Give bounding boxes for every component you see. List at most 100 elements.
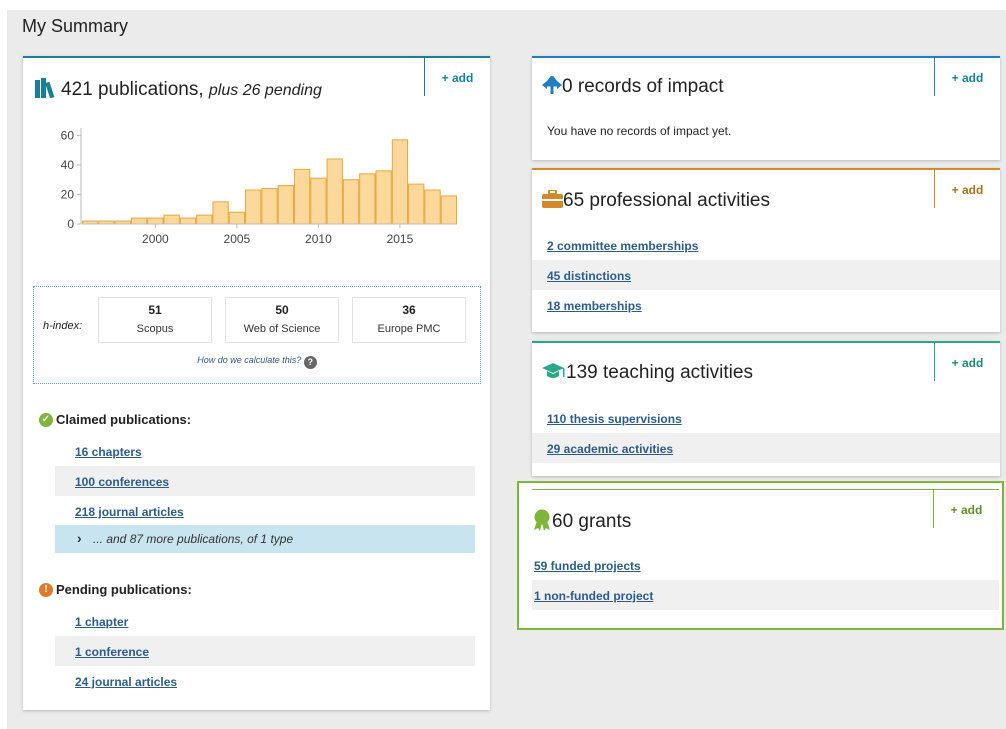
add-publication-button[interactable]: + add	[424, 58, 490, 96]
add-teaching-button[interactable]: + add	[934, 343, 1000, 381]
warning-circle-icon: !	[39, 582, 53, 597]
professional-title: 65 professional activities	[542, 189, 770, 214]
claimed-item: 218 journal articles	[55, 496, 475, 526]
teaching-card: + add 139 teaching activities 110 thesis…	[532, 341, 1000, 476]
hindex-label: h-index:	[43, 320, 83, 332]
publications-pending: plus 26 pending	[208, 82, 322, 99]
chevron-right-icon: ›	[77, 530, 82, 546]
chart-bar	[326, 158, 343, 225]
hindex-scopus: 51 Scopus	[98, 297, 212, 343]
pending-item: 1 conference	[55, 636, 475, 666]
professional-item: 2 committee memberships	[532, 230, 1000, 260]
chart-bar	[147, 217, 164, 225]
hindex-panel: h-index: 51 Scopus 50 Web of Science 36 …	[33, 286, 481, 384]
publications-count: 421 publications,	[61, 79, 204, 100]
y-tick-label: 60	[61, 128, 75, 142]
x-tick-label: 2000	[142, 232, 169, 246]
y-tick-label: 40	[61, 158, 75, 172]
claimed-heading: ✓ Claimed publications:	[39, 412, 191, 427]
more-publications-text: ... and 87 more publications, of 1 type	[93, 532, 294, 546]
hindex-value: 36	[402, 303, 416, 317]
add-impact-button[interactable]: + add	[934, 58, 1000, 96]
professional-card: + add 65 professional activities 2 commi…	[532, 168, 1000, 332]
teaching-item: 110 thesis supervisions	[532, 403, 1000, 433]
hindex-source: Web of Science	[243, 323, 321, 335]
professional-title-text: 65 professional activities	[563, 190, 770, 211]
more-publications-row[interactable]: › ... and 87 more publications, of 1 typ…	[55, 525, 475, 553]
chart-bar	[342, 179, 360, 225]
grants-item: 1 non-funded project	[532, 580, 999, 610]
books-icon	[35, 78, 57, 104]
grants-card: + add 60 grants 59 funded projects 1 non…	[517, 481, 1004, 630]
impact-title: 0 records of impact	[542, 74, 724, 100]
professional-link[interactable]: 45 distinctions	[547, 269, 631, 283]
hindex-web-of-science: 50 Web of Science	[225, 297, 339, 343]
claimed-link[interactable]: 16 chapters	[75, 445, 142, 459]
grants-title-text: 60 grants	[552, 511, 632, 532]
claimed-link[interactable]: 100 conferences	[75, 475, 169, 489]
check-circle-icon: ✓	[39, 412, 53, 427]
impact-empty-text: You have no records of impact yet.	[547, 124, 732, 138]
impact-arrows-icon	[542, 74, 562, 100]
pending-heading-text: Pending publications:	[56, 582, 192, 597]
chart-bar	[424, 189, 441, 225]
claimed-link[interactable]: 218 journal articles	[75, 505, 184, 519]
grants-link[interactable]: 1 non-funded project	[534, 589, 653, 603]
impact-card: + add 0 records of impact You have no re…	[532, 56, 1000, 160]
hindex-source: Europe PMC	[377, 323, 441, 335]
x-tick-label: 2015	[387, 232, 414, 246]
y-tick-label: 0	[67, 217, 74, 231]
chart-bar	[277, 185, 294, 225]
pending-link[interactable]: 1 conference	[75, 645, 149, 659]
hindex-source: Scopus	[136, 323, 174, 335]
chart-bar	[359, 173, 376, 225]
grants-item: 59 funded projects	[532, 550, 999, 580]
hindex-value: 50	[275, 303, 289, 317]
chart-bar	[261, 188, 278, 225]
teaching-item: 29 academic activities	[532, 433, 1000, 463]
chart-bar	[163, 214, 180, 225]
grants-card-inner: + add 60 grants 59 funded projects 1 non…	[532, 489, 999, 624]
pending-item: 24 journal articles	[55, 666, 475, 696]
x-tick-label: 2010	[305, 232, 332, 246]
chart-bar	[245, 189, 262, 225]
impact-title-text: 0 records of impact	[562, 76, 724, 97]
hindex-europe-pmc: 36 Europe PMC	[352, 297, 466, 343]
publications-title: 421 publications, plus 26 pending	[35, 78, 322, 104]
hindex-help-text: How do we calculate this?	[197, 355, 302, 365]
chart-bar	[179, 217, 197, 225]
chart-bar	[212, 201, 229, 225]
claimed-item: 100 conferences	[55, 466, 475, 496]
chart-bar	[196, 214, 213, 225]
grants-link[interactable]: 59 funded projects	[534, 559, 641, 573]
y-tick-label: 20	[61, 187, 75, 201]
chart-bar	[293, 168, 311, 225]
hindex-value: 51	[148, 303, 162, 317]
pending-heading: ! Pending publications:	[39, 582, 192, 597]
chart-bar	[408, 183, 425, 225]
claimed-item: 16 chapters	[55, 436, 475, 466]
hindex-help-link[interactable]: How do we calculate this? ?	[34, 355, 480, 369]
publications-card: + add 421 publications, plus 26 pending …	[23, 56, 490, 710]
teaching-link[interactable]: 29 academic activities	[547, 442, 673, 456]
x-tick-label: 2005	[224, 232, 251, 246]
pending-link[interactable]: 24 journal articles	[75, 675, 177, 689]
pending-item: 1 chapter	[55, 606, 475, 636]
chart-bar	[391, 139, 409, 225]
chart-bar	[228, 211, 246, 225]
professional-item: 18 memberships	[532, 290, 1000, 320]
teaching-link[interactable]: 110 thesis supervisions	[547, 412, 682, 426]
chart-bar	[375, 170, 392, 225]
page-title: My Summary	[22, 16, 129, 36]
add-grant-button[interactable]: + add	[933, 490, 999, 528]
teaching-title-text: 139 teaching activities	[566, 362, 753, 383]
teaching-title: 139 teaching activities	[542, 362, 753, 386]
professional-link[interactable]: 18 memberships	[547, 299, 642, 313]
award-ribbon-icon	[532, 509, 552, 537]
chart-bar	[310, 177, 327, 225]
briefcase-icon	[542, 189, 563, 214]
professional-link[interactable]: 2 committee memberships	[547, 239, 698, 253]
add-professional-button[interactable]: + add	[934, 170, 1000, 208]
pending-link[interactable]: 1 chapter	[75, 615, 128, 629]
chart-bar	[440, 195, 457, 225]
